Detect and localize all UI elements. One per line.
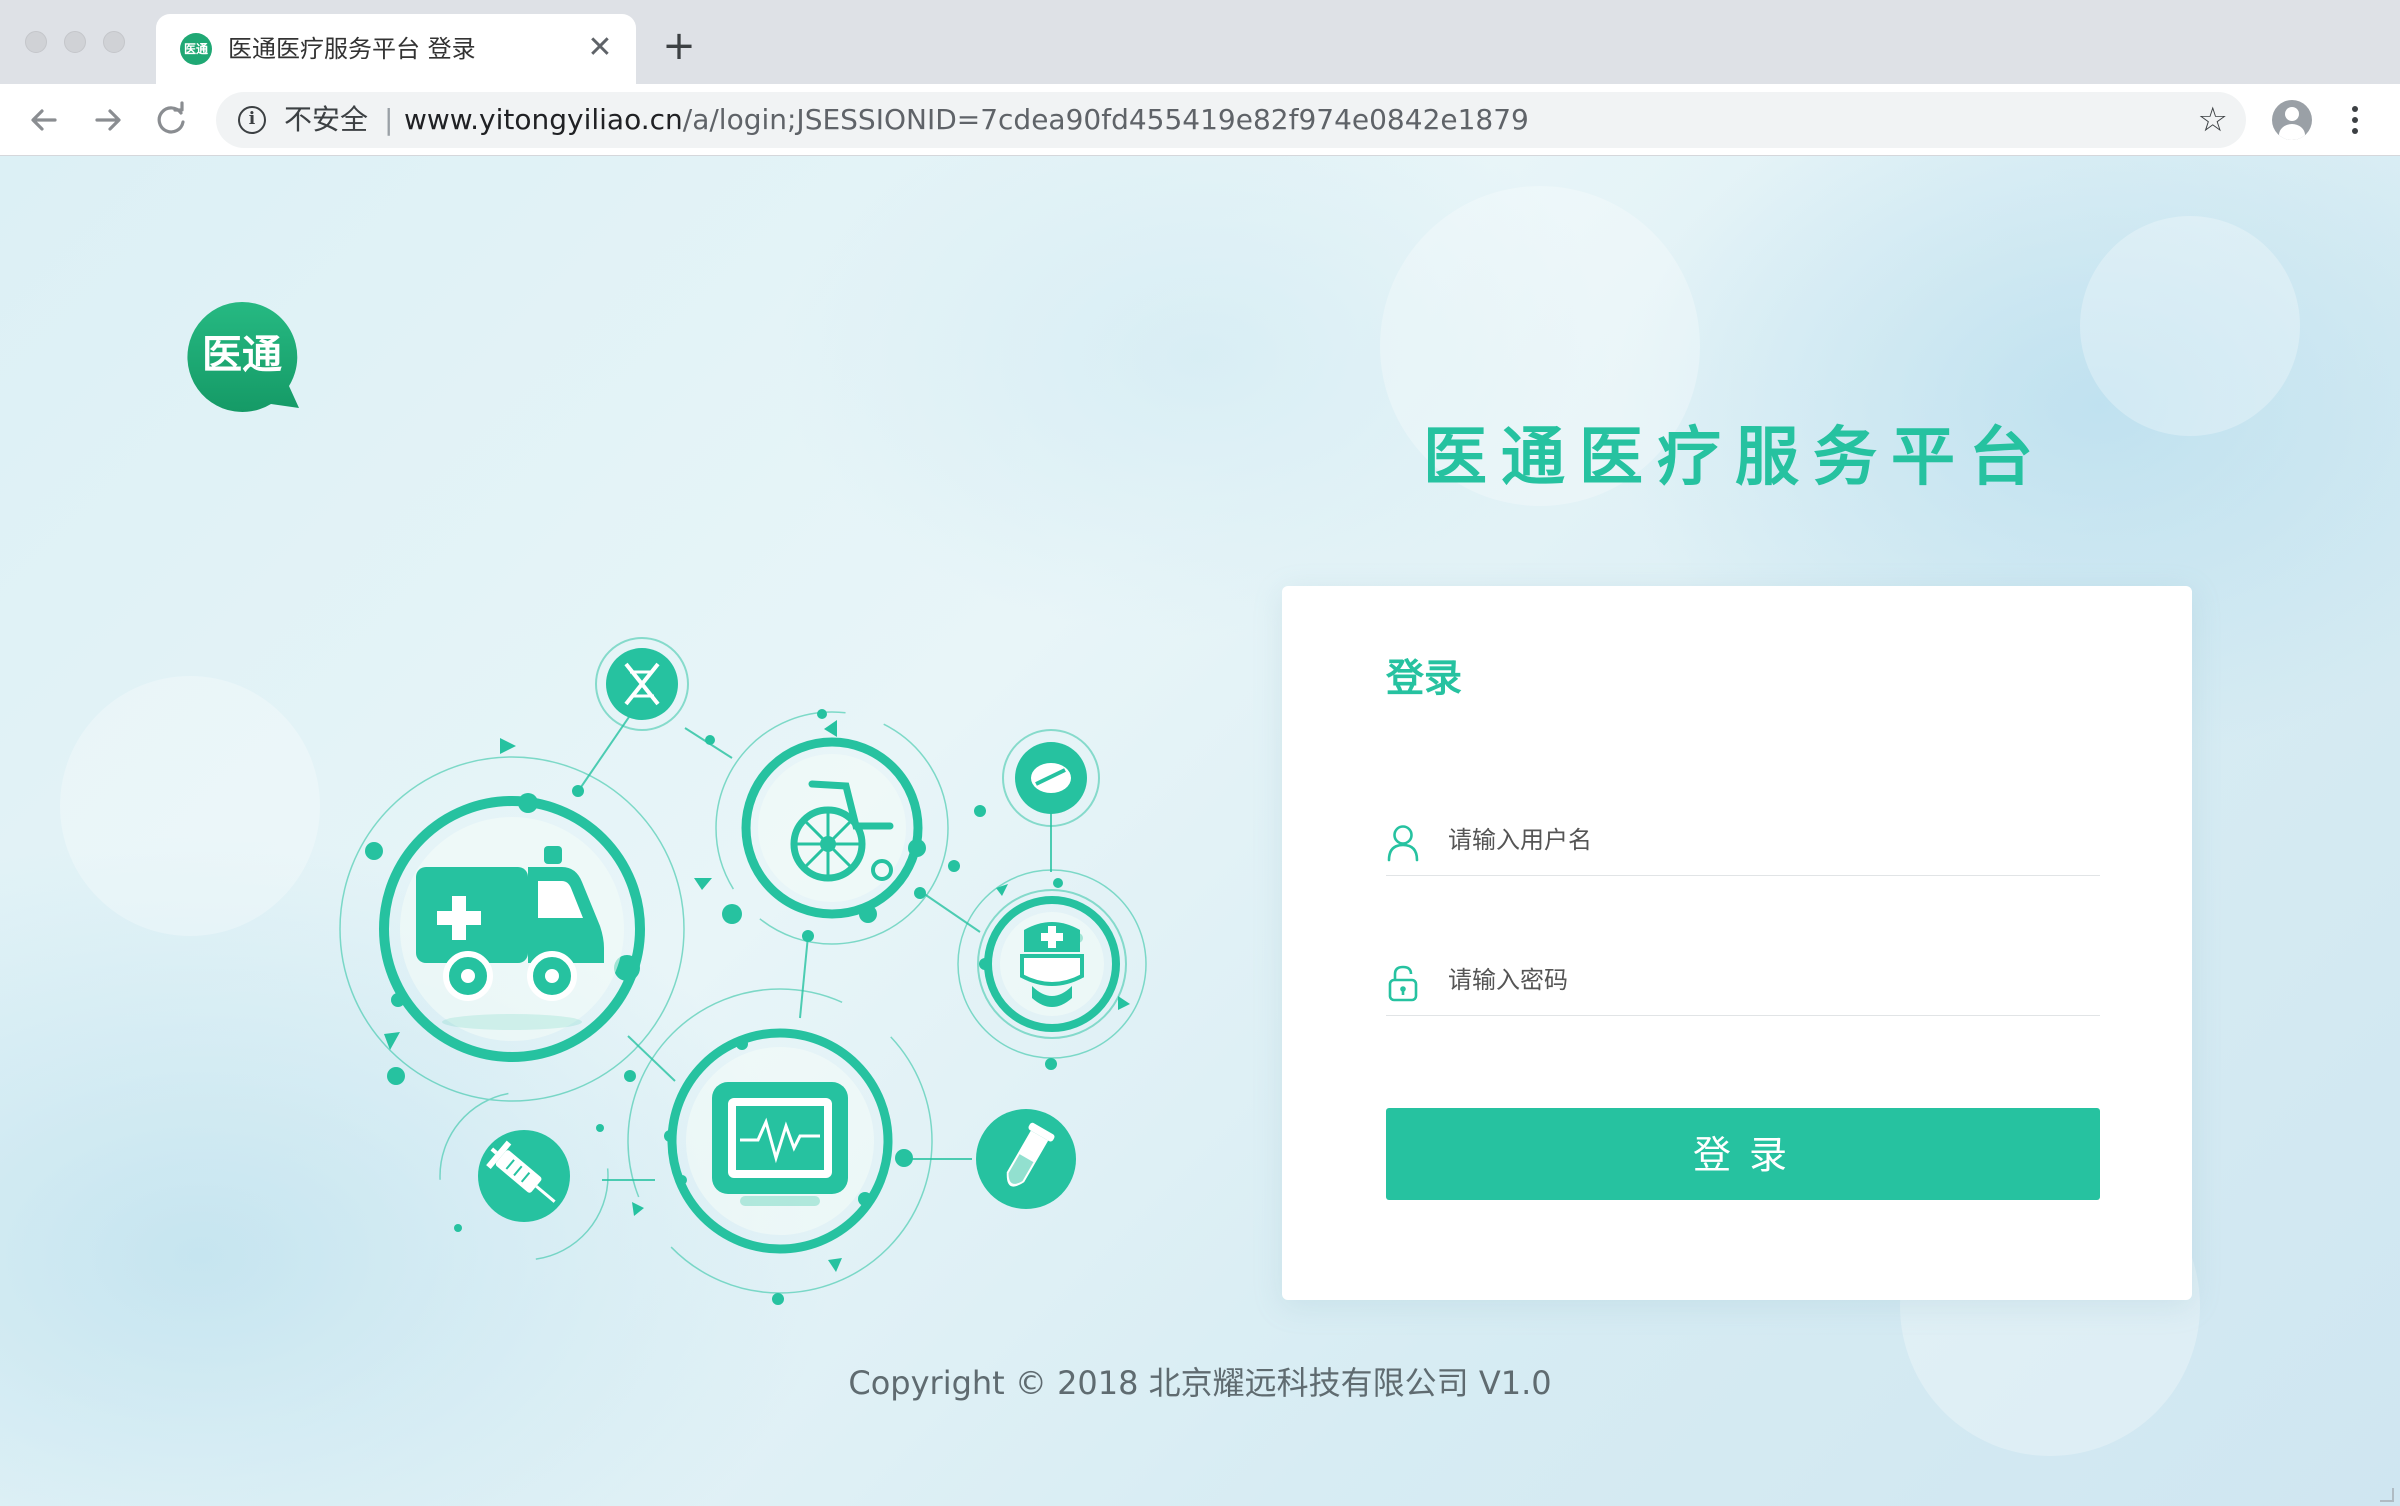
background-bokeh	[2080, 216, 2300, 436]
login-page: 医通 医通医疗服务平台 登录 请输入用户名 登录 Copyright © 201…	[0, 156, 2400, 1506]
lock-icon	[1386, 964, 1420, 1002]
user-icon	[1386, 824, 1420, 862]
security-label: 不安全	[284, 103, 369, 136]
nurse-icon	[977, 889, 1127, 1039]
username-field	[1386, 804, 2100, 876]
test-tube-icon	[976, 1109, 1076, 1209]
info-icon[interactable]: i	[238, 106, 266, 134]
wheelchair-icon	[741, 737, 923, 919]
pill-icon	[1002, 729, 1100, 827]
login-title: 登录	[1386, 656, 1463, 700]
browser-tab[interactable]: 医通 医通医疗服务平台 登录 ✕	[156, 14, 636, 84]
login-button[interactable]: 登录	[1386, 1108, 2100, 1200]
address-separator: |	[384, 103, 394, 136]
platform-title: 医通医疗服务平台	[1423, 421, 2047, 495]
forward-arrow-icon[interactable]	[86, 98, 130, 142]
dna-icon	[595, 637, 689, 731]
favicon-icon: 医通	[180, 33, 212, 65]
password-field	[1386, 944, 2100, 1016]
new-tab-button[interactable]: +	[660, 26, 698, 66]
more-menu-icon[interactable]	[2340, 100, 2370, 140]
url-host: www.yitongyiliao.cn	[404, 103, 683, 136]
username-input[interactable]	[1446, 818, 2086, 862]
address-bar[interactable]: i 不安全 | www.yitongyiliao.cn/a/login;JSES…	[216, 92, 2246, 148]
window-zoom-control[interactable]	[103, 31, 125, 53]
password-input[interactable]	[1446, 958, 2086, 1002]
brand-logo: 医通	[183, 298, 301, 416]
login-card: 登录 登录	[1282, 586, 2192, 1300]
reload-icon[interactable]	[150, 98, 194, 142]
browser-titlebar: 医通 医通医疗服务平台 登录 ✕ +	[0, 0, 2400, 84]
heart-monitor-icon	[667, 1028, 893, 1254]
resize-grip-icon[interactable]	[2380, 1488, 2394, 1502]
profile-icon[interactable]	[2272, 100, 2312, 140]
back-arrow-icon[interactable]	[22, 98, 66, 142]
medical-illustration	[300, 486, 1180, 1326]
url-text[interactable]: www.yitongyiliao.cn/a/login;JSESSIONID=7…	[404, 104, 1529, 136]
syringe-icon	[478, 1130, 570, 1222]
copyright-text: Copyright © 2018 北京耀远科技有限公司 V1.0	[848, 1364, 1552, 1402]
browser-toolbar: i 不安全 | www.yitongyiliao.cn/a/login;JSES…	[0, 84, 2400, 156]
url-path: /a/login;JSESSIONID=7cdea90fd455419e82f9…	[682, 103, 1529, 136]
window-close-control[interactable]	[25, 31, 47, 53]
background-bokeh	[60, 676, 320, 936]
ambulance-icon	[379, 796, 645, 1062]
star-icon[interactable]: ☆	[2198, 101, 2228, 139]
tab-close-icon[interactable]: ✕	[582, 30, 618, 66]
window-minimize-control[interactable]	[64, 31, 86, 53]
logo-text: 医通	[202, 332, 282, 378]
tab-title: 医通医疗服务平台 登录	[228, 35, 476, 63]
